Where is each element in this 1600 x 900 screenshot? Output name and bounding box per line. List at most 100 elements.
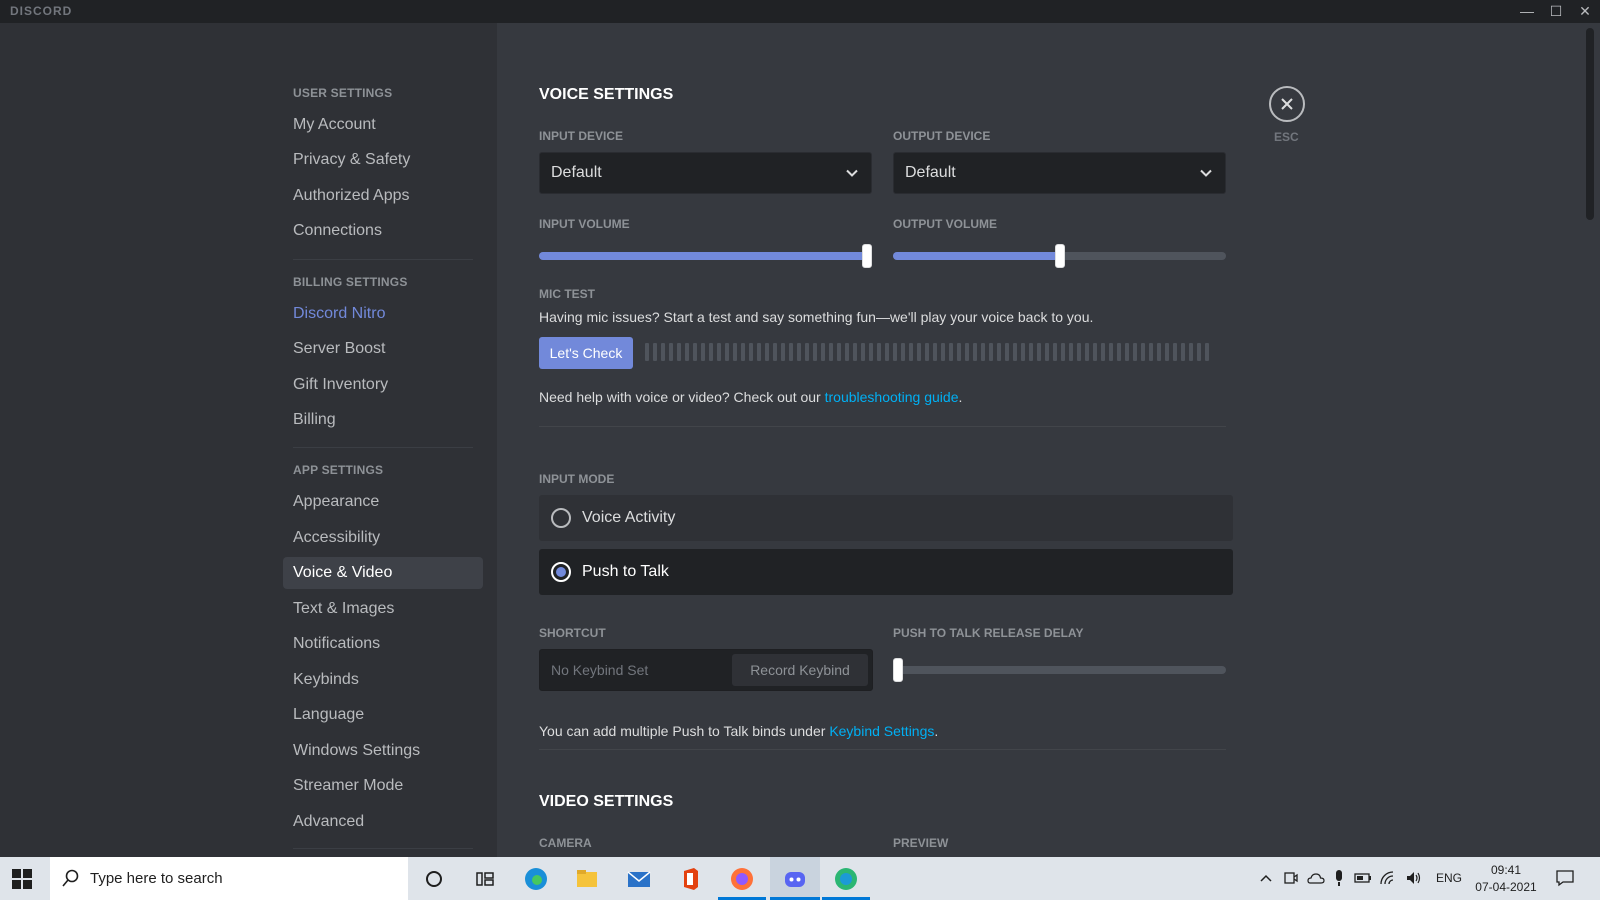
discord-icon[interactable] (781, 865, 809, 893)
sidebar-item-connections[interactable]: Connections (283, 215, 483, 247)
sidebar-item-keybinds[interactable]: Keybinds (283, 664, 483, 696)
record-keybind-button[interactable]: Record Keybind (732, 654, 868, 686)
mic-test-label: MIC TEST (539, 287, 595, 301)
help-text-suffix: . (958, 389, 963, 405)
meter-bar (741, 343, 745, 361)
meter-bar (1133, 343, 1137, 361)
meet-now-icon[interactable] (1283, 870, 1299, 886)
input-device-select[interactable]: Default (539, 152, 872, 194)
volume-icon[interactable] (1405, 870, 1423, 886)
preview-label: PREVIEW (893, 836, 949, 850)
close-window-button[interactable]: ✕ (1571, 0, 1599, 23)
voice-settings-title: VOICE SETTINGS (539, 86, 674, 103)
input-volume-slider[interactable] (539, 244, 872, 268)
edge-icon[interactable] (522, 865, 550, 893)
meter-bar (997, 343, 1001, 361)
search-icon (62, 869, 79, 887)
sidebar-item-appearance[interactable]: Appearance (283, 486, 483, 518)
ptt-note-prefix: You can add multiple Push to Talk binds … (539, 723, 830, 739)
wifi-icon[interactable] (1379, 870, 1397, 886)
output-volume-grabber[interactable] (1055, 244, 1065, 268)
meter-bar (1149, 343, 1153, 361)
meter-bar (845, 343, 849, 361)
meter-bar (1093, 343, 1097, 361)
meter-bar (813, 343, 817, 361)
troubleshooting-guide-link[interactable]: troubleshooting guide (825, 389, 959, 405)
ptt-release-delay-slider[interactable] (893, 658, 1226, 682)
meter-bar (869, 343, 873, 361)
cortana-icon[interactable] (420, 865, 448, 893)
app-icon[interactable] (832, 865, 860, 893)
sidebar-item-privacy-safety[interactable]: Privacy & Safety (283, 144, 483, 176)
input-device-label: INPUT DEVICE (539, 129, 624, 143)
sidebar-item-accessibility[interactable]: Accessibility (283, 522, 483, 554)
taskbar-clock[interactable]: 09:41 07-04-2021 (1470, 862, 1542, 896)
meter-bar (797, 343, 801, 361)
minimize-button[interactable]: — (1513, 0, 1541, 23)
ptt-release-delay-label: PUSH TO TALK RELEASE DELAY (893, 626, 1084, 640)
notification-center-icon[interactable] (1555, 869, 1575, 887)
meter-bar (1069, 343, 1073, 361)
maximize-button[interactable]: ☐ (1542, 0, 1570, 23)
meter-bar (853, 343, 857, 361)
file-explorer-icon[interactable] (573, 865, 601, 893)
lets-check-button[interactable]: Let's Check (539, 337, 633, 369)
sidebar-item-gift-inventory[interactable]: Gift Inventory (283, 369, 483, 401)
sidebar-item-my-account[interactable]: My Account (283, 109, 483, 141)
sidebar-item-server-boost[interactable]: Server Boost (283, 333, 483, 365)
sidebar-item-authorized-apps[interactable]: Authorized Apps (283, 180, 483, 212)
firefox-icon[interactable] (728, 865, 756, 893)
input-mode-label: INPUT MODE (539, 472, 615, 486)
voice-activity-option[interactable]: Voice Activity (539, 495, 1233, 541)
mail-icon[interactable] (625, 865, 653, 893)
meter-bar (701, 343, 705, 361)
meter-bar (789, 343, 793, 361)
meter-bar (901, 343, 905, 361)
meter-bar (925, 343, 929, 361)
sidebar-item-billing[interactable]: Billing (283, 404, 483, 436)
meter-bar (949, 343, 953, 361)
sidebar-item-streamer-mode[interactable]: Streamer Mode (283, 770, 483, 802)
task-view-icon[interactable] (471, 865, 499, 893)
meter-bar (893, 343, 897, 361)
meter-bar (1125, 343, 1129, 361)
microphone-icon[interactable] (1332, 869, 1346, 887)
push-to-talk-option[interactable]: Push to Talk (539, 549, 1233, 595)
office-icon[interactable] (676, 865, 704, 893)
sidebar-item-language[interactable]: Language (283, 699, 483, 731)
sidebar-item-windows-settings[interactable]: Windows Settings (283, 735, 483, 767)
sidebar-item-notifications[interactable]: Notifications (283, 628, 483, 660)
output-volume-slider[interactable] (893, 244, 1226, 268)
meter-bar (765, 343, 769, 361)
user-settings-header: USER SETTINGS (293, 86, 393, 100)
meter-bar (1037, 343, 1041, 361)
sidebar-item-advanced[interactable]: Advanced (283, 806, 483, 838)
output-device-select[interactable]: Default (893, 152, 1226, 194)
battery-icon[interactable] (1354, 871, 1372, 885)
ptt-delay-grabber[interactable] (893, 658, 903, 682)
sidebar-item-discord-nitro[interactable]: Discord Nitro (283, 298, 483, 330)
language-indicator[interactable]: ENG (1436, 857, 1462, 900)
close-settings-button[interactable] (1269, 86, 1305, 122)
meter-bar (1181, 343, 1185, 361)
meter-bar (1061, 343, 1065, 361)
chevron-up-icon[interactable] (1258, 870, 1274, 886)
shortcut-input[interactable]: No Keybind Set Record Keybind (539, 649, 873, 691)
meter-bar (1077, 343, 1081, 361)
meter-bar (1045, 343, 1049, 361)
content-scrollbar[interactable] (1586, 28, 1594, 220)
sidebar-item-voice-video[interactable]: Voice & Video (283, 557, 483, 589)
meter-bar (653, 343, 657, 361)
windows-start-icon[interactable] (12, 869, 32, 889)
meter-bar (757, 343, 761, 361)
onedrive-icon[interactable] (1307, 870, 1325, 886)
meter-bar (781, 343, 785, 361)
meter-bar (749, 343, 753, 361)
meter-bar (661, 343, 665, 361)
input-volume-grabber[interactable] (862, 244, 872, 268)
shortcut-label: SHORTCUT (539, 626, 606, 640)
keybind-settings-link[interactable]: Keybind Settings (829, 723, 934, 739)
sidebar-item-text-images[interactable]: Text & Images (283, 593, 483, 625)
meter-bar (861, 343, 865, 361)
taskbar-search-box[interactable]: Type here to search (50, 857, 408, 900)
